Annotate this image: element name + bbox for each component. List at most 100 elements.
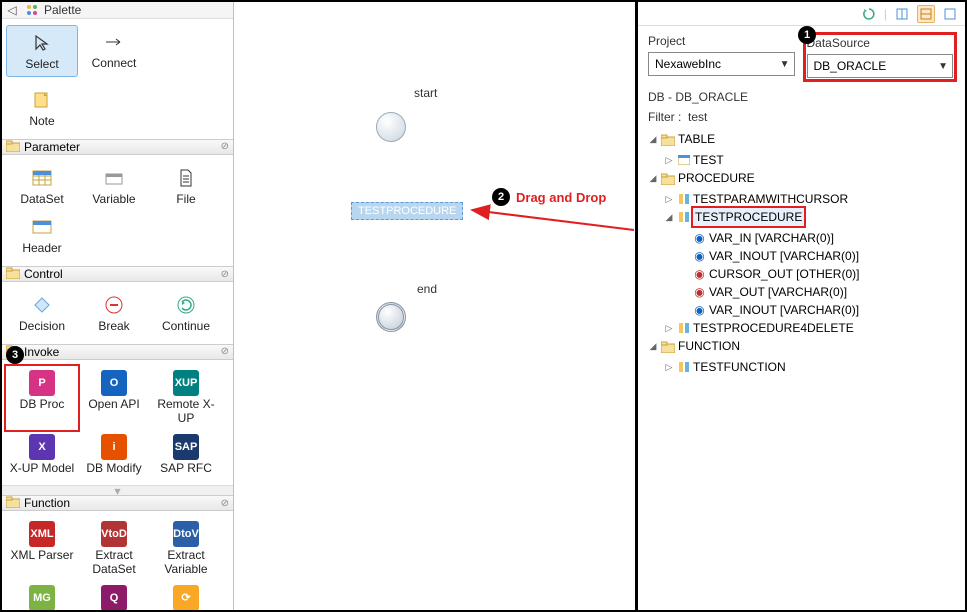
section-parameter[interactable]: Parameter ⊘ xyxy=(2,139,233,155)
db-title: DB - DB_ORACLE xyxy=(638,84,965,108)
layout3-icon[interactable] xyxy=(941,5,959,23)
xml-icon: XML xyxy=(29,521,55,547)
section-invoke[interactable]: Invoke ⊘ xyxy=(2,344,233,360)
project-combo[interactable]: NexawebInc ▼ xyxy=(648,52,795,76)
section-function[interactable]: Function ⊘ xyxy=(2,495,233,511)
drag-ghost: TESTPROCEDURE xyxy=(351,202,463,220)
merge-icon: MG xyxy=(29,585,55,610)
dataset-tool[interactable]: DataSet xyxy=(6,161,78,211)
param-item[interactable]: ◉CURSOR_OUT [OTHER(0)] xyxy=(680,265,959,283)
pin-icon[interactable]: ⊘ xyxy=(221,346,229,357)
proc-icon xyxy=(677,193,690,206)
open-api-tool[interactable]: OOpen API xyxy=(78,366,150,430)
tree-item[interactable]: ▷TESTPARAMWITHCURSOR xyxy=(664,190,959,208)
break-icon xyxy=(101,292,127,318)
header-tool[interactable]: Header xyxy=(6,210,78,260)
expand-icon[interactable]: ▷ xyxy=(664,151,674,169)
datasource-combo[interactable]: DB_ORACLE ▼ xyxy=(807,54,954,78)
expand-icon[interactable]: ▷ xyxy=(664,358,674,376)
layout2-icon[interactable] xyxy=(917,5,935,23)
expand-icon[interactable]: ◢ xyxy=(664,208,674,226)
param-item[interactable]: ◉VAR_INOUT [VARCHAR(0)] xyxy=(680,301,959,319)
xml-parser-tool[interactable]: XMLXML Parser xyxy=(6,517,78,581)
section-control[interactable]: Control ⊘ xyxy=(2,266,233,282)
variable-icon xyxy=(101,165,127,191)
palette-title: Palette xyxy=(44,3,81,17)
db-modify-tool[interactable]: iDB Modify xyxy=(78,430,150,480)
expand-icon[interactable]: ◢ xyxy=(648,169,658,187)
db-proc-tool[interactable]: PDB Proc xyxy=(6,366,78,430)
decision-tool[interactable]: Decision xyxy=(6,288,78,338)
badge-3: 3 xyxy=(6,346,24,364)
variable-tool[interactable]: Variable xyxy=(78,161,150,211)
arrow-icon xyxy=(464,202,644,242)
param-item[interactable]: ◉VAR_INOUT [VARCHAR(0)] xyxy=(680,247,959,265)
db-tree[interactable]: ◢ TABLE ▷TEST ◢ PROCEDURE ▷TESTPARAMWITH… xyxy=(638,130,965,610)
filter-row: Filter : test xyxy=(638,108,965,130)
drag-drop-annotation: Drag and Drop xyxy=(516,190,606,205)
badge-2: 2 xyxy=(492,188,510,206)
connect-icon xyxy=(101,29,127,55)
start-node[interactable] xyxy=(376,112,406,142)
folder-icon xyxy=(6,267,20,281)
palette-header: ◁ Palette xyxy=(2,2,233,19)
continue-tool[interactable]: Continue xyxy=(150,288,222,338)
quick-merge-tool[interactable]: QQuick Merge xyxy=(78,581,150,610)
tree-procedure[interactable]: ◢ PROCEDURE ▷TESTPARAMWITHCURSOR ◢ TESTP… xyxy=(648,169,959,337)
pin-icon[interactable]: ⊘ xyxy=(221,498,229,509)
back-icon[interactable]: ◁ xyxy=(6,3,18,17)
top-tools: Select Connect xyxy=(2,19,233,83)
tree-item-selected[interactable]: ◢ TESTPROCEDURE ◉VAR_IN [VARCHAR(0)] ◉VA… xyxy=(664,208,959,319)
folder-icon xyxy=(6,140,20,154)
extract-var-icon: DtoV xyxy=(173,521,199,547)
param-item[interactable]: ◉VAR_OUT [VARCHAR(0)] xyxy=(680,283,959,301)
tree-table[interactable]: ◢ TABLE ▷TEST xyxy=(648,130,959,169)
extract-variable-tool[interactable]: DtoVExtract Variable xyxy=(150,517,222,581)
param-item[interactable]: ◉VAR_IN [VARCHAR(0)] xyxy=(680,229,959,247)
sap-rfc-tool[interactable]: SAPSAP RFC xyxy=(150,430,222,480)
extract-ds-icon: VtoD xyxy=(101,521,127,547)
project-selector: Project NexawebInc ▼ xyxy=(648,34,795,80)
expand-icon[interactable]: ◢ xyxy=(648,130,658,148)
expand-icon[interactable]: ◢ xyxy=(648,337,658,355)
db-modify-icon: i xyxy=(101,434,127,460)
canvas[interactable]: start TESTPROCEDURE end 2 Drag and Drop xyxy=(234,2,635,610)
connect-tool[interactable]: Connect xyxy=(78,25,150,77)
extract-dataset-tool[interactable]: VtoDExtract DataSet xyxy=(78,517,150,581)
expand-icon[interactable]: ▷ xyxy=(664,319,674,337)
collapse-handle[interactable]: ▾ xyxy=(2,485,233,495)
tree-item[interactable]: ▷TEST xyxy=(664,151,959,169)
param-in-icon: ◉ xyxy=(693,304,706,317)
right-panel: | Project NexawebInc ▼ DataSource DB_ORA… xyxy=(635,2,965,610)
filter-value[interactable]: test xyxy=(688,110,707,124)
folder-icon xyxy=(661,172,675,184)
palette-panel: ◁ Palette Select Connect Note xyxy=(2,2,234,610)
header-icon xyxy=(29,214,55,240)
xup-model-icon: X xyxy=(29,434,55,460)
table-icon xyxy=(677,154,690,167)
select-tool[interactable]: Select xyxy=(6,25,78,77)
folder-icon xyxy=(661,133,675,145)
dataset-loop-tool[interactable]: ⟳DataSet Loop xyxy=(150,581,222,610)
pin-icon[interactable]: ⊘ xyxy=(221,141,229,152)
quick-merge-icon: Q xyxy=(101,585,127,610)
xup-model-tool[interactable]: XX-UP Model xyxy=(6,430,78,480)
tree-item[interactable]: ▷TESTFUNCTION xyxy=(664,358,959,376)
file-tool[interactable]: File xyxy=(150,161,222,211)
chevron-down-icon: ▼ xyxy=(780,59,790,70)
note-tool[interactable]: Note xyxy=(6,83,78,133)
break-tool[interactable]: Break xyxy=(78,288,150,338)
db-proc-icon: P xyxy=(29,370,55,396)
tree-item[interactable]: ▷TESTPROCEDURE4DELETE xyxy=(664,319,959,337)
param-out-icon: ◉ xyxy=(693,286,706,299)
tree-function[interactable]: ◢ FUNCTION ▷TESTFUNCTION xyxy=(648,337,959,376)
merge-tool[interactable]: MGMerge xyxy=(6,581,78,610)
end-node[interactable] xyxy=(376,302,406,332)
pin-icon[interactable]: ⊘ xyxy=(221,269,229,280)
layout1-icon[interactable] xyxy=(893,5,911,23)
proc-icon xyxy=(677,322,690,335)
expand-icon[interactable]: ▷ xyxy=(664,190,674,208)
refresh-icon[interactable] xyxy=(860,5,878,23)
right-toolbar: | xyxy=(638,2,965,26)
remote-xup-tool[interactable]: XUPRemote X-UP xyxy=(150,366,222,430)
